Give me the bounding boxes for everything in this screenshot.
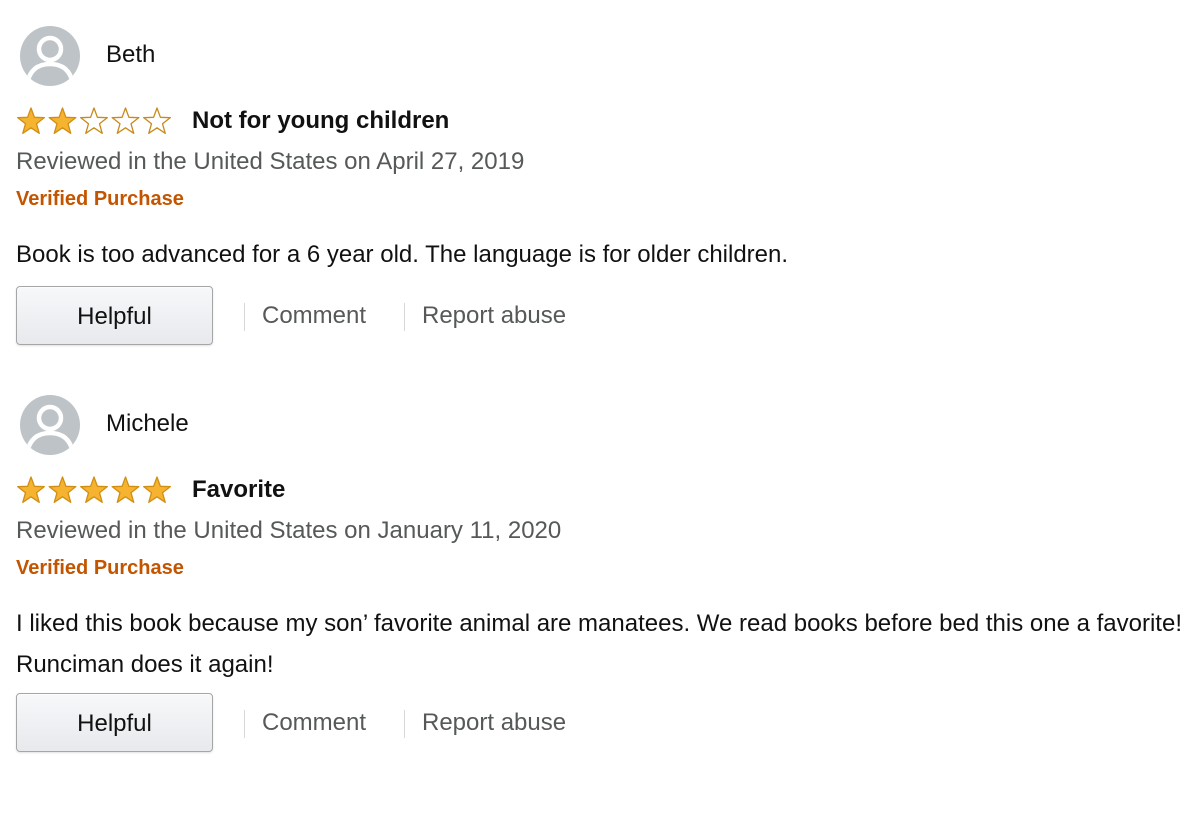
report-abuse-link[interactable]: Report abuse xyxy=(422,708,566,738)
avatar-icon xyxy=(20,26,80,86)
star-rating[interactable] xyxy=(16,476,176,504)
star-filled-icon xyxy=(80,476,108,503)
star-rating[interactable] xyxy=(16,107,176,135)
rating-row: Favorite xyxy=(16,474,1116,506)
review-title[interactable]: Favorite xyxy=(192,476,285,504)
star-empty-icon xyxy=(80,107,108,134)
comment-link[interactable]: Comment xyxy=(262,708,366,738)
review-card: Michele Favorite Reviewed in the United … xyxy=(16,395,1191,765)
helpful-button[interactable]: Helpful xyxy=(16,693,213,752)
star-filled-icon xyxy=(17,107,45,134)
reviewer-profile[interactable]: Beth xyxy=(20,26,420,86)
avatar-icon xyxy=(20,395,80,455)
star-filled-icon xyxy=(111,476,140,503)
verified-purchase-badge: Verified Purchase xyxy=(16,188,184,210)
report-abuse-link[interactable]: Report abuse xyxy=(422,301,566,331)
divider xyxy=(244,303,245,331)
review-date: Reviewed in the United States on April 2… xyxy=(16,148,525,175)
helpful-button[interactable]: Helpful xyxy=(16,286,213,345)
comment-link[interactable]: Comment xyxy=(262,301,366,331)
star-filled-icon xyxy=(48,476,77,503)
reviewer-name: Michele xyxy=(106,410,189,437)
star-empty-icon xyxy=(111,107,140,134)
star-empty-icon xyxy=(143,107,171,134)
divider xyxy=(404,303,405,331)
review-actions: Helpful Comment Report abuse xyxy=(16,286,816,348)
review-title[interactable]: Not for young children xyxy=(192,107,449,135)
rating-row: Not for young children xyxy=(16,105,1116,137)
star-filled-icon xyxy=(17,476,45,503)
reviewer-name: Beth xyxy=(106,41,156,68)
divider xyxy=(404,710,405,738)
review-body: I liked this book because my son’ favori… xyxy=(16,610,1182,678)
star-filled-icon xyxy=(143,476,171,503)
review-date: Reviewed in the United States on January… xyxy=(16,517,562,544)
review-card: Beth Not for young children Reviewed in … xyxy=(16,26,1191,356)
review-body: Book is too advanced for a 6 year old. T… xyxy=(16,241,789,268)
divider xyxy=(244,710,245,738)
verified-purchase-badge: Verified Purchase xyxy=(16,557,184,579)
star-filled-icon xyxy=(48,107,77,134)
review-actions: Helpful Comment Report abuse xyxy=(16,693,816,755)
reviewer-profile[interactable]: Michele xyxy=(20,395,420,455)
